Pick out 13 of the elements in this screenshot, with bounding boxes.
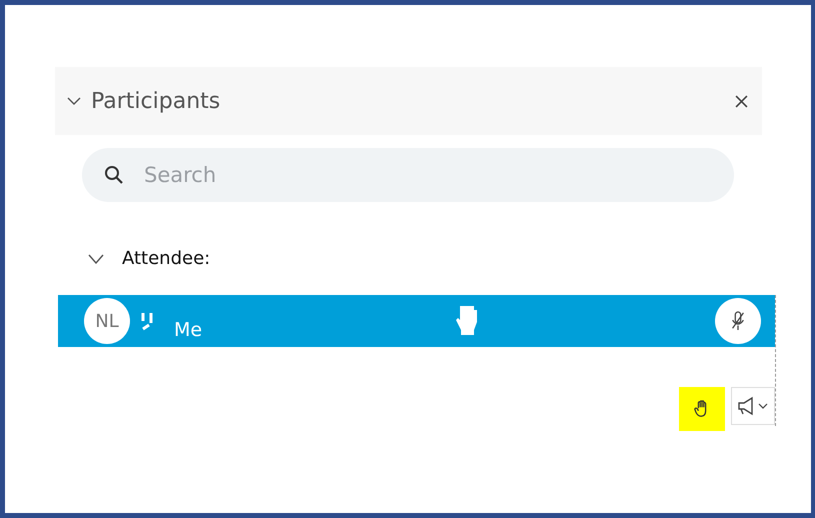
participant-row[interactable]: NL Me [58,295,775,347]
avatar: NL [84,298,130,344]
participant-subtitle: Me [174,319,202,341]
search-field[interactable]: Search [82,148,734,202]
announce-button[interactable] [731,387,775,425]
panel-title: Participants [91,88,222,114]
megaphone-icon [736,396,770,416]
chevron-icon[interactable] [67,96,81,106]
chevron-icon[interactable] [88,254,104,264]
mic-icon[interactable] [715,298,761,344]
raise-hand-button[interactable] [679,387,725,431]
group-title: Attendee: [122,248,210,269]
close-icon[interactable] [735,94,748,108]
